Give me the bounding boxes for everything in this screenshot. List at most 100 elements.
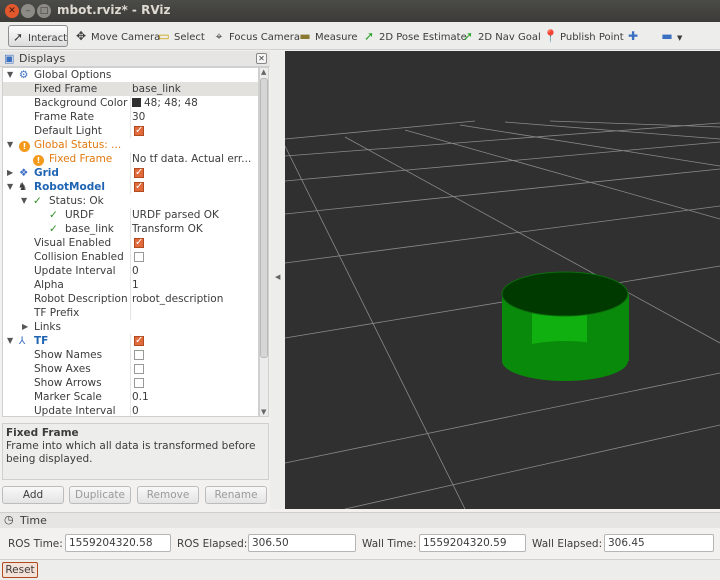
remove-tool-button[interactable]: ▬ ▼ — [660, 25, 682, 47]
tree-row-global-options[interactable]: ▼ ⚙ Global Options — [3, 68, 258, 82]
frame-rate-value[interactable]: 30 — [132, 110, 258, 124]
show-names-checkbox[interactable] — [134, 350, 144, 360]
move-camera-tool[interactable]: ✥ Move Camera — [74, 25, 160, 47]
crosshair-icon: ⌖ — [215, 29, 223, 43]
base-link-status: Transform OK — [132, 223, 203, 235]
focus-camera-tool[interactable]: ⌖ Focus Camera — [212, 25, 300, 47]
update-interval-value[interactable]: 0 — [132, 264, 258, 278]
tree-row-default-light[interactable]: Default Light — [3, 124, 258, 138]
expand-down-icon[interactable]: ▼ — [7, 180, 13, 194]
tree-row-background-color[interactable]: Background Color 48; 48; 48 — [3, 96, 258, 110]
tree-row-global-status[interactable]: ▼ ! Global Status: ... — [3, 138, 258, 152]
grid-enabled-checkbox[interactable] — [134, 166, 144, 180]
tree-row-grid[interactable]: ▶ ❖ Grid — [3, 166, 258, 180]
background-color-value[interactable]: 48; 48; 48 — [132, 96, 258, 110]
green-arrow-icon: ➚ — [462, 29, 474, 43]
wall-elapsed-field[interactable]: 306.45 — [604, 534, 714, 552]
tf-update-interval-value[interactable]: 0 — [132, 404, 258, 416]
scrollbar-thumb[interactable] — [260, 78, 268, 358]
default-light-checkbox[interactable] — [134, 124, 144, 138]
row-label: Visual Enabled — [34, 237, 112, 249]
visual-enabled-checkbox[interactable] — [134, 236, 144, 250]
tree-row-fixed-frame[interactable]: Fixed Frame base_link — [3, 82, 258, 96]
row-label: Global Options — [34, 69, 112, 81]
reset-button[interactable]: Reset — [2, 562, 38, 578]
tf-enabled-checkbox[interactable] — [134, 334, 144, 348]
row-label: Background Color — [34, 97, 128, 109]
row-label: Default Light — [34, 125, 102, 137]
tree-row-urdf[interactable]: ✓ URDF URDF parsed OK — [3, 208, 258, 222]
tree-row-robot-model[interactable]: ▼ ♞ RobotModel — [3, 180, 258, 194]
nav-goal-tool[interactable]: ➚ 2D Nav Goal — [461, 25, 541, 47]
row-label: Update Interval — [34, 265, 116, 277]
pose-estimate-tool[interactable]: ➚ 2D Pose Estimate — [362, 25, 467, 47]
collapse-left-icon[interactable]: ◀ — [275, 273, 280, 281]
measure-tool[interactable]: ▬ Measure — [298, 25, 357, 47]
tree-row-show-axes[interactable]: Show Axes — [3, 362, 258, 376]
scroll-up-icon[interactable]: ▲ — [261, 68, 266, 76]
interact-tool[interactable]: ➚ Interact — [8, 25, 68, 47]
remove-button[interactable]: Remove — [137, 486, 199, 504]
tree-row-alpha[interactable]: Alpha 1 — [3, 278, 258, 292]
duplicate-button[interactable]: Duplicate — [69, 486, 131, 504]
add-tool-button[interactable]: ✚ — [626, 25, 643, 47]
select-tool[interactable]: ▭ Select — [157, 25, 205, 47]
row-label: Grid — [34, 167, 59, 179]
title-bar: ✕ – □ mbot.rviz* - RViz — [0, 0, 720, 22]
ros-time-field[interactable]: 1559204320.58 — [65, 534, 171, 552]
expand-down-icon[interactable]: ▼ — [7, 68, 13, 82]
minimize-window-button[interactable]: – — [21, 4, 35, 18]
ros-elapsed-field[interactable]: 306.50 — [248, 534, 356, 552]
monitor-icon: ▣ — [4, 52, 15, 65]
add-button[interactable]: Add — [2, 486, 64, 504]
tree-row-show-names[interactable]: Show Names — [3, 348, 258, 362]
robot-base-cylinder — [501, 271, 629, 381]
show-axes-checkbox[interactable] — [134, 364, 144, 374]
fixed-frame-value[interactable]: base_link — [132, 82, 258, 96]
expand-right-icon[interactable]: ▶ — [22, 320, 28, 334]
plus-icon: ✚ — [627, 29, 639, 43]
tree-row-base-link[interactable]: ✓ base_link Transform OK — [3, 222, 258, 236]
maximize-window-button[interactable]: □ — [37, 4, 51, 18]
expand-down-icon[interactable]: ▼ — [7, 334, 13, 348]
ruler-icon: ▬ — [299, 29, 311, 43]
row-label: RobotModel — [34, 181, 105, 193]
robot-model-enabled-checkbox[interactable] — [134, 180, 144, 194]
ros-elapsed-label: ROS Elapsed: — [177, 538, 248, 550]
rename-button[interactable]: Rename — [205, 486, 267, 504]
tree-scrollbar[interactable]: ▲ ▼ — [259, 67, 269, 417]
tree-row-tf-prefix[interactable]: TF Prefix — [3, 306, 258, 320]
tree-row-tf-update-interval[interactable]: Update Interval 0 — [3, 404, 258, 416]
collision-enabled-checkbox[interactable] — [134, 252, 144, 262]
tree-row-status-fixed-frame[interactable]: ! Fixed Frame No tf data. Actual err... — [3, 152, 258, 167]
grid-icon: ❖ — [19, 167, 29, 179]
tree-row-collision-enabled[interactable]: Collision Enabled — [3, 250, 258, 264]
tree-row-links[interactable]: ▶ Links — [3, 320, 258, 334]
tree-row-status-ok[interactable]: ▼ ✓ Status: Ok — [3, 194, 258, 208]
warning-icon: ! — [33, 153, 44, 167]
tree-row-update-interval[interactable]: Update Interval 0 — [3, 264, 258, 278]
close-window-button[interactable]: ✕ — [5, 4, 19, 18]
close-panel-icon[interactable]: ✕ — [256, 53, 267, 64]
alpha-value[interactable]: 1 — [132, 278, 258, 292]
wall-time-field[interactable]: 1559204320.59 — [419, 534, 526, 552]
expand-down-icon[interactable]: ▼ — [21, 194, 27, 208]
tree-row-visual-enabled[interactable]: Visual Enabled — [3, 236, 258, 250]
tree-row-robot-description[interactable]: Robot Description robot_description — [3, 292, 258, 306]
show-arrows-checkbox[interactable] — [134, 378, 144, 388]
3d-viewport[interactable] — [284, 51, 720, 510]
panel-splitter[interactable]: ◀ — [270, 51, 285, 509]
tree-row-tf[interactable]: ▼ ⅄ TF — [3, 334, 258, 348]
viewport-scene — [284, 120, 720, 510]
tree-row-show-arrows[interactable]: Show Arrows — [3, 376, 258, 390]
marker-scale-value[interactable]: 0.1 — [132, 390, 258, 404]
row-label: URDF — [65, 209, 95, 221]
tree-row-marker-scale[interactable]: Marker Scale 0.1 — [3, 390, 258, 404]
expand-down-icon[interactable]: ▼ — [7, 138, 13, 152]
tree-row-frame-rate[interactable]: Frame Rate 30 — [3, 110, 258, 124]
expand-right-icon[interactable]: ▶ — [7, 166, 13, 180]
clock-icon: ◷ — [4, 513, 14, 526]
scroll-down-icon[interactable]: ▼ — [261, 408, 266, 416]
robot-description-value[interactable]: robot_description — [132, 292, 258, 306]
publish-point-tool[interactable]: 📍 Publish Point — [543, 25, 624, 47]
